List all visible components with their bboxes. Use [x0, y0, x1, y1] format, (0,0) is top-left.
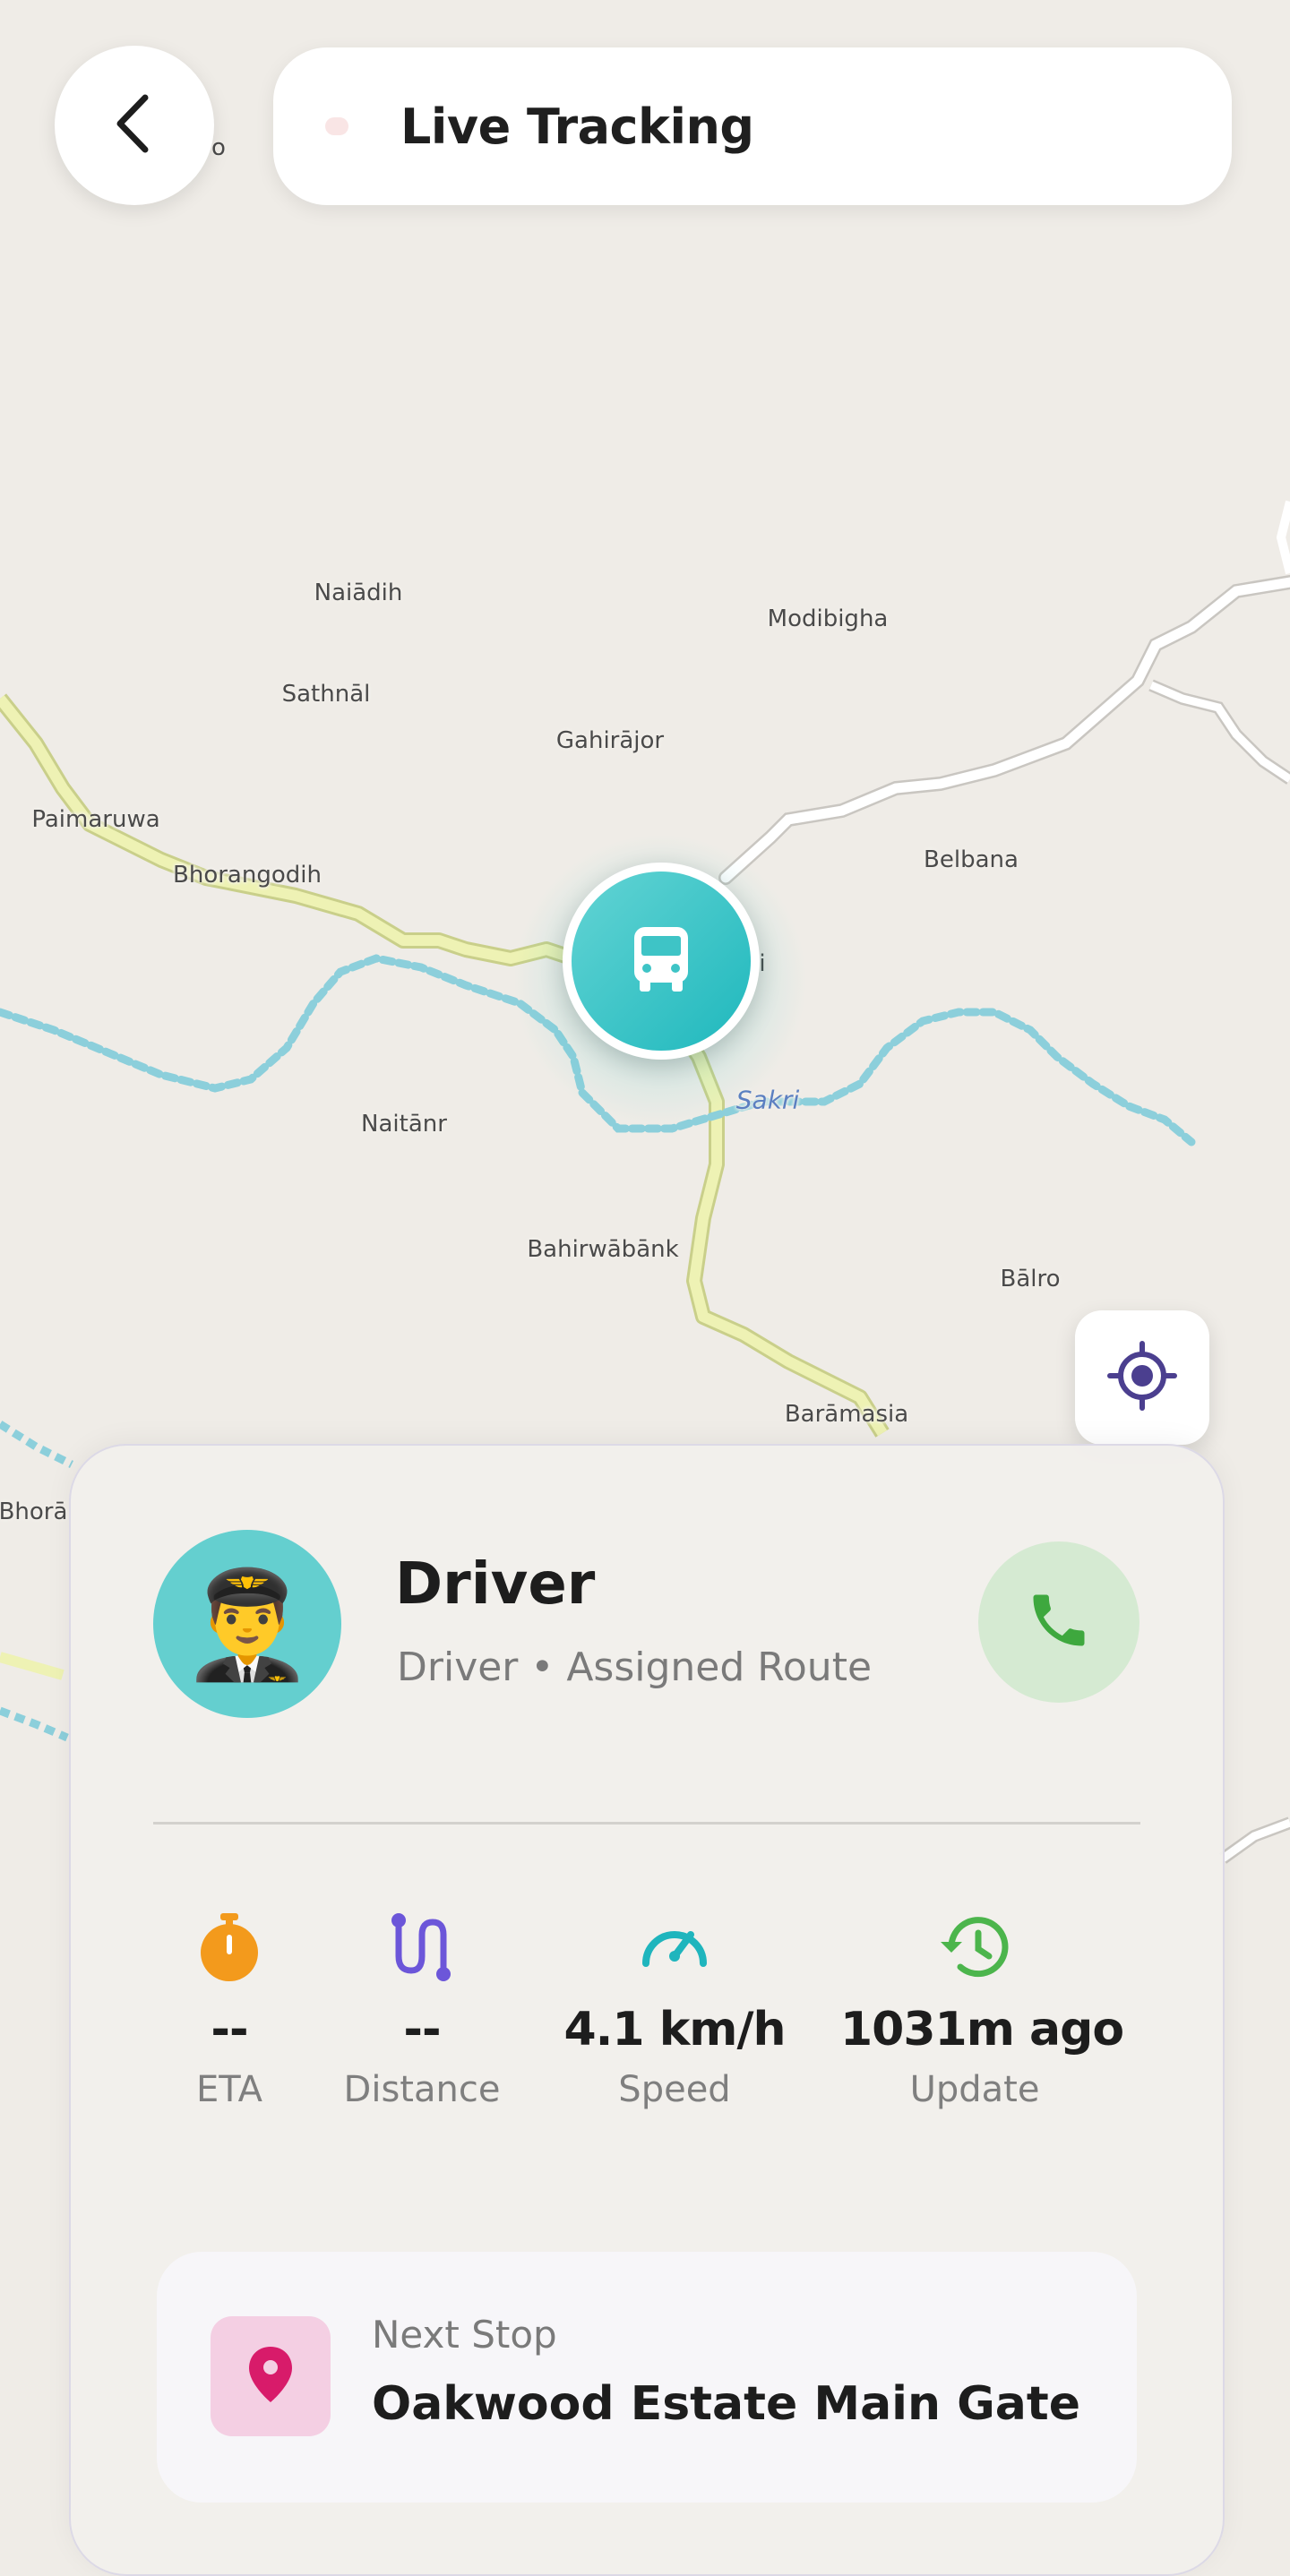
driver-subtitle: Driver • Assigned Route: [397, 1644, 873, 1690]
bus-marker-inner: [572, 872, 751, 1051]
stat-speed: 4.1 km/h Speed: [540, 1911, 809, 2110]
map-label-gahirajor: Gahirājor: [555, 727, 665, 754]
status-dot: [325, 117, 348, 135]
update-value: 1031m ago: [840, 2003, 1124, 2057]
next-stop-name: Oakwood Estate Main Gate: [372, 2377, 1081, 2431]
map-label-belbana: Belbana: [924, 846, 1019, 873]
page-title: Live Tracking: [400, 98, 754, 155]
driver-avatar: 👨‍✈️: [153, 1530, 341, 1718]
update-label: Update: [909, 2069, 1040, 2110]
map-label-bhorangodih: Bhorangodih: [173, 862, 322, 889]
pin-box: [211, 2316, 331, 2436]
map-label-balro: Bālro: [1000, 1266, 1061, 1292]
map-label-sathnal: Sathnāl: [281, 681, 371, 708]
map-label-paimaruwa: Paimaruwa: [31, 806, 160, 833]
next-stop-card[interactable]: Next Stop Oakwood Estate Main Gate: [157, 2252, 1137, 2503]
history-icon: [840, 1911, 1109, 1983]
distance-value: --: [403, 2003, 441, 2057]
bus-marker[interactable]: [563, 863, 760, 1060]
recenter-button[interactable]: [1075, 1310, 1209, 1445]
speed-value: 4.1 km/h: [563, 2003, 787, 2057]
driver-name: Driver: [395, 1551, 596, 1618]
driver-info-sheet: 👨‍✈️ Driver Driver • Assigned Route -- E…: [69, 1444, 1225, 2576]
speedometer-icon: [540, 1911, 809, 1983]
phone-icon: [1025, 1586, 1093, 1658]
stat-update: 1031m ago Update: [840, 1911, 1124, 2110]
route-icon: [288, 1911, 556, 1983]
crosshair-icon: [1106, 1340, 1178, 1415]
map-label-baramasia: Barāmasia: [784, 1401, 909, 1428]
stat-distance: -- Distance: [288, 1911, 556, 2110]
bus-icon: [629, 923, 693, 999]
map-label-modibigha: Modibigha: [767, 605, 889, 632]
next-stop-label: Next Stop: [372, 2313, 557, 2357]
speed-label: Speed: [618, 2069, 731, 2110]
map-label-naitanr: Naitānr: [361, 1111, 447, 1138]
map-label-fragment-o: o: [211, 134, 226, 161]
map-label-bhora: Bhorā: [0, 1498, 68, 1525]
distance-label: Distance: [343, 2069, 501, 2110]
chevron-left-icon: [108, 92, 161, 159]
divider: [153, 1822, 1140, 1825]
back-button[interactable]: [55, 46, 214, 205]
map-pin-icon: [247, 2345, 294, 2408]
call-driver-button[interactable]: [978, 1541, 1140, 1703]
map-label-bahirwabank: Bahirwābānk: [527, 1236, 679, 1263]
title-bar: Live Tracking: [273, 47, 1232, 205]
map-label-naiadih: Naiādih: [314, 580, 403, 606]
